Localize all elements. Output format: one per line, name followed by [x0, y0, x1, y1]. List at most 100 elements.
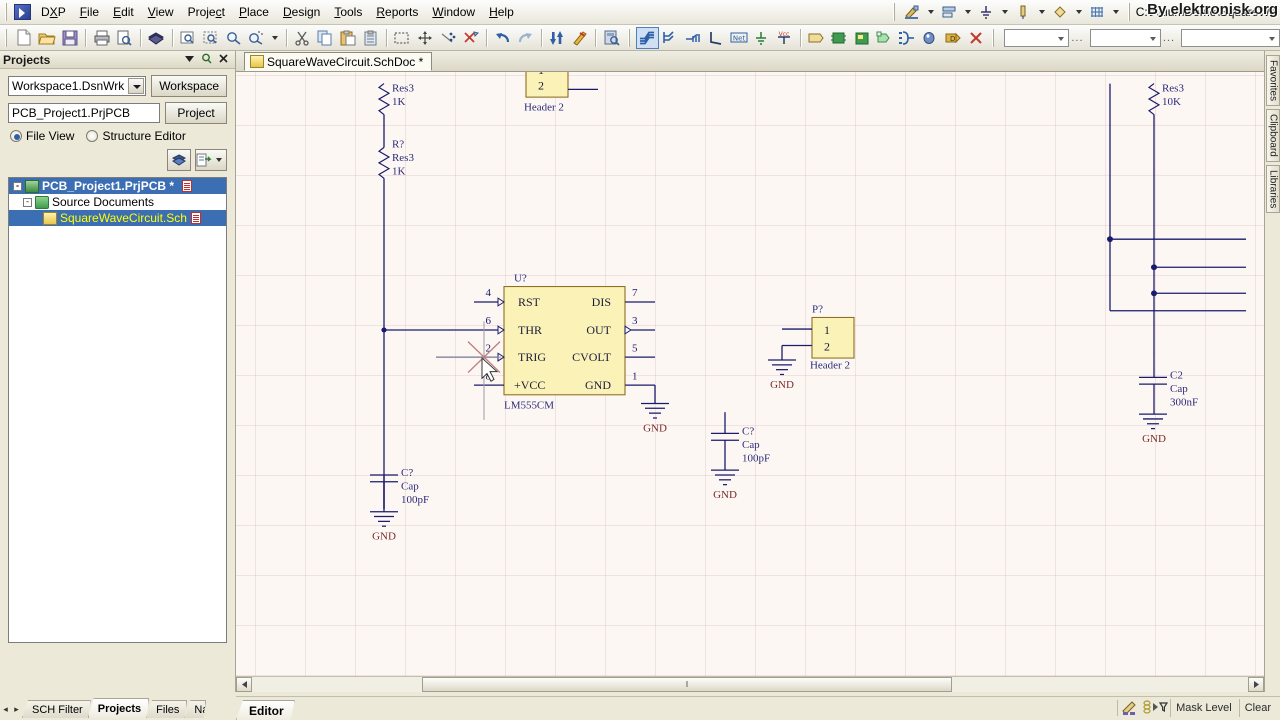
toolbar-grip-wiring[interactable] [626, 28, 635, 47]
project-options-dropdown-arrow[interactable] [216, 158, 222, 162]
place-netlabel-icon[interactable]: Net [727, 27, 750, 49]
capacitor-c2[interactable]: C2 Cap 300nF GND [1139, 358, 1198, 445]
simulation-dropdown-arrow[interactable] [1075, 10, 1082, 14]
clear-button[interactable]: Clear [1238, 699, 1276, 717]
right-dock-tab-favorites[interactable]: Favorites [1265, 55, 1280, 107]
toolbar-grip-main[interactable] [3, 28, 11, 47]
place-part-icon[interactable] [827, 27, 850, 49]
utility-tools-icon[interactable] [901, 1, 924, 23]
horizontal-scrollbar[interactable]: ‖ [236, 676, 1264, 692]
digital-dropdown-arrow[interactable] [1038, 10, 1045, 14]
zoom-area-icon[interactable] [199, 27, 222, 49]
tree-item-schematic[interactable]: SquareWaveCircuit.Sch [9, 210, 226, 226]
compile-icon[interactable] [167, 149, 191, 171]
project-button[interactable]: Project [165, 102, 227, 124]
tree-item-source-documents[interactable]: - Source Documents [9, 194, 226, 210]
combo-2[interactable] [1089, 28, 1161, 47]
deselect-icon[interactable] [437, 27, 460, 49]
place-sheet-symbol-icon[interactable] [850, 27, 873, 49]
titlepath-grip[interactable] [1125, 3, 1134, 21]
paste-special-icon[interactable] [359, 27, 382, 49]
zoom-out-icon[interactable] [245, 27, 268, 49]
power-dropdown-arrow[interactable] [1001, 10, 1008, 14]
document-tab-squarewavecircuit[interactable]: SquareWaveCircuit.SchDoc * [244, 52, 433, 71]
tree-expander-source-documents[interactable]: - [23, 197, 32, 207]
utility-dropdown-arrow[interactable] [927, 10, 934, 14]
header-p2-top[interactable]: 1 2 Header 2 [524, 72, 598, 114]
power-port-gnd-ic[interactable]: GND [641, 385, 669, 434]
copy-icon[interactable] [314, 27, 337, 49]
panel-tab-navigator[interactable]: Nav [184, 700, 206, 718]
right-dock-tab-libraries[interactable]: Libraries [1265, 164, 1280, 214]
workspace-input[interactable]: Workspace1.DsnWrk [8, 76, 147, 96]
menu-item-edit[interactable]: Edit [106, 2, 141, 22]
redo-icon[interactable] [514, 27, 537, 49]
save-icon[interactable] [59, 27, 82, 49]
power-port-tools-icon[interactable] [975, 1, 998, 23]
zoom-in-icon[interactable] [222, 27, 245, 49]
menu-item-design[interactable]: Design [276, 2, 327, 22]
menubar-grip[interactable] [3, 3, 11, 21]
workspace-dropdown-button[interactable] [128, 78, 145, 94]
clear-filter-icon[interactable] [459, 27, 482, 49]
project-input[interactable]: PCB_Project1.PrjPCB [8, 103, 160, 123]
combo-3[interactable] [1181, 28, 1280, 47]
structure-editor-radio[interactable] [86, 130, 99, 142]
close-icon[interactable] [218, 53, 229, 67]
place-wire-icon[interactable] [636, 26, 659, 49]
place-harness-entry-icon[interactable] [919, 27, 942, 49]
place-bus-icon[interactable] [659, 27, 682, 49]
header-p1[interactable]: P? 1 2 GND Header 2 [768, 304, 855, 391]
schematic-drawing[interactable]: .wire { stroke:#1b1b6e; stroke-width:1.3… [236, 72, 1264, 676]
zoom-dropdown-arrow[interactable] [271, 35, 278, 40]
paste-icon[interactable] [336, 27, 359, 49]
undo-icon[interactable] [491, 27, 514, 49]
mask-filter-icon[interactable] [1142, 699, 1169, 718]
place-harness-icon[interactable] [896, 27, 919, 49]
place-sheet-entry-icon[interactable] [873, 27, 896, 49]
place-gnd-icon[interactable] [750, 27, 773, 49]
workspace-button[interactable]: Workspace [151, 75, 227, 97]
right-dock-tab-clipboard[interactable]: Clipboard [1265, 109, 1280, 162]
status-tab-editor[interactable]: Editor [236, 700, 295, 720]
structure-editor-label[interactable]: Structure Editor [102, 129, 185, 143]
dxp-logo-icon[interactable] [14, 4, 31, 20]
panel-tabs-prev-arrow[interactable]: ◂ [3, 704, 8, 715]
chevron-down-icon[interactable] [184, 53, 195, 67]
grid-dropdown-arrow[interactable] [1112, 10, 1119, 14]
schematic-canvas[interactable]: .wire { stroke:#1b1b6e; stroke-width:1.3… [236, 72, 1264, 676]
browse-library-icon[interactable] [600, 27, 623, 49]
panel-tabs-next-arrow[interactable]: ▸ [14, 704, 19, 715]
updown-icon[interactable] [546, 27, 569, 49]
select-area-icon[interactable] [391, 27, 414, 49]
new-document-icon[interactable] [13, 27, 36, 49]
scroll-right-button[interactable] [1248, 677, 1264, 692]
menu-item-view[interactable]: View [141, 2, 181, 22]
combo-1[interactable] [1003, 28, 1070, 47]
menu-item-reports[interactable]: Reports [369, 2, 425, 22]
place-vcc-icon[interactable]: Vcc [773, 27, 796, 49]
menu-item-project[interactable]: Project [181, 2, 232, 22]
place-port-icon[interactable] [805, 27, 828, 49]
menu-item-place[interactable]: Place [232, 2, 276, 22]
pin-icon[interactable] [201, 53, 212, 67]
simulation-sources-icon[interactable] [1049, 1, 1072, 23]
print-preview-icon[interactable] [113, 27, 136, 49]
resistor-r-right[interactable]: Res3 10K [1147, 82, 1184, 359]
project-options-icon[interactable] [195, 149, 227, 171]
ic-lm555cm[interactable]: U? RST THR TRIG +VCC DIS OUT CVOLT GND L… [384, 273, 655, 411]
file-view-label[interactable]: File View [26, 129, 74, 143]
panel-tab-projects[interactable]: Projects [88, 698, 149, 718]
panel-tab-files[interactable]: Files [146, 700, 187, 718]
print-icon[interactable] [90, 27, 113, 49]
grid-tools-icon[interactable] [1086, 1, 1109, 23]
place-directive-icon[interactable]: D [941, 27, 964, 49]
no-erc-icon[interactable] [964, 27, 987, 49]
menu-item-file[interactable]: File [73, 2, 106, 22]
zoom-document-icon[interactable] [177, 27, 200, 49]
alignment-tools-icon[interactable] [938, 1, 961, 23]
tree-item-project[interactable]: - PCB_Project1.PrjPCB * [9, 178, 226, 194]
tree-expander-project[interactable]: - [13, 181, 22, 191]
place-line-icon[interactable] [704, 27, 727, 49]
annotate-icon[interactable] [569, 27, 592, 49]
